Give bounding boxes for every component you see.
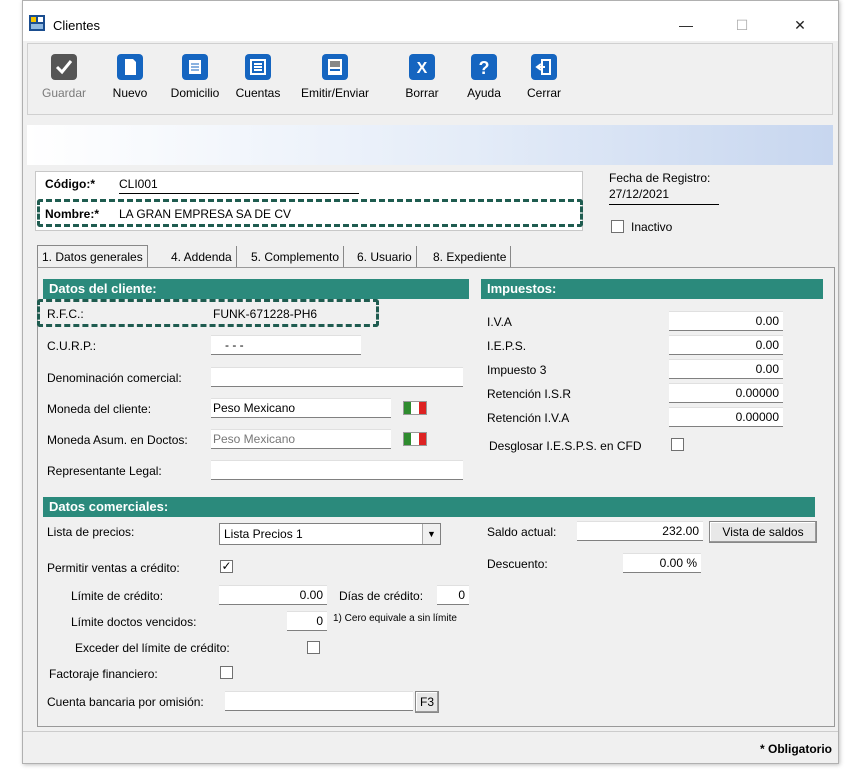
moneda-field[interactable]: Peso Mexicano [211,398,391,418]
impuestos-header: Impuestos: [481,279,823,299]
rfc-highlight [37,299,379,327]
code-label: Código:* [45,177,95,191]
lista-precios-value: Lista Precios 1 [224,527,303,541]
saldo-actual-field: 232.00 [577,521,703,541]
rfc-label: R.F.C.: [47,307,84,321]
exit-button[interactable]: Cerrar [522,50,566,110]
dias-credito-label: Días de crédito: [339,589,424,603]
svg-text:?: ? [479,58,490,78]
name-label: Nombre:* [45,207,100,221]
permitir-credito-label: Permitir ventas a crédito: [47,561,180,575]
desglosar-checkbox[interactable] [671,438,684,451]
cuenta-lookup-button[interactable]: F3 [415,691,439,713]
registration-date-field[interactable]: 27/12/2021 [609,187,719,205]
dias-credito-field[interactable]: 0 [437,585,469,605]
rfc-field[interactable]: FUNK-671228-PH6 [213,307,317,321]
address-button[interactable]: Domicilio [166,50,224,110]
list-icon [245,54,271,80]
send-button[interactable]: Emitir/Enviar [298,50,372,110]
lista-precios-select[interactable]: Lista Precios 1 ▼ [219,523,441,545]
factoraje-label: Factoraje financiero: [49,667,158,681]
accounts-button[interactable]: Cuentas [230,50,286,110]
moneda-asum-label: Moneda Asum. en Doctos: [47,433,188,447]
inactive-checkbox[interactable] [611,220,624,233]
doctos-vencidos-field[interactable]: 0 [287,611,327,631]
send-document-icon [322,54,348,80]
ret-isr-field[interactable]: 0.00000 [669,383,783,403]
new-button[interactable]: Nuevo [108,50,152,110]
moneda-asum-field[interactable]: Peso Mexicano [211,429,391,449]
moneda-label: Moneda del cliente: [47,402,152,416]
mexico-flag-icon [403,401,427,415]
registration-date-label: Fecha de Registro: [609,171,711,185]
code-field[interactable]: CLI001 [119,177,359,194]
ret-iva-field[interactable]: 0.00000 [669,407,783,427]
curp-field[interactable]: - - - [211,335,361,355]
obligatorio-note: * Obligatorio [760,742,832,756]
limite-credito-label: Límite de crédito: [71,589,164,603]
x-icon: X [409,54,435,80]
desglosar-label: Desglosar I.E.S.P.S. en CFD [489,439,642,453]
header-banner [27,125,833,165]
inactive-label: Inactivo [631,220,673,234]
ret-iva-label: Retención I.V.A [487,411,570,425]
impuesto3-field[interactable]: 0.00 [669,359,783,379]
doctos-vencidos-label: Límite doctos vencidos: [71,615,197,629]
chevron-down-icon[interactable]: ▼ [422,524,440,544]
new-document-icon [117,54,143,80]
denominacion-field[interactable] [211,367,463,387]
tab-datos-generales[interactable]: 1. Datos generales [37,245,148,269]
exceder-limite-checkbox[interactable] [307,641,320,654]
iva-label: I.V.A [487,315,512,329]
factoraje-checkbox[interactable] [220,666,233,679]
datos-comerciales-header: Datos comerciales: [43,497,815,517]
representante-label: Representante Legal: [47,464,162,478]
exit-door-icon [531,54,557,80]
clientes-window: Clientes — ☐ ✕ Guardar Nuevo Domicilio C… [22,0,839,764]
delete-button[interactable]: X Borrar [400,50,444,110]
svg-text:X: X [417,60,428,77]
representante-field[interactable] [211,460,463,480]
permitir-credito-checkbox[interactable]: ✓ [220,560,233,573]
question-icon: ? [471,54,497,80]
cuenta-bancaria-label: Cuenta bancaria por omisión: [47,695,204,709]
lista-precios-label: Lista de precios: [47,525,135,539]
ret-isr-label: Retención I.S.R [487,387,572,401]
ieps-field[interactable]: 0.00 [669,335,783,355]
ieps-label: I.E.P.S. [487,339,527,353]
mexico-flag-icon [403,432,427,446]
title-bar: Clientes — ☐ ✕ [23,1,838,41]
maximize-button[interactable]: ☐ [719,11,765,39]
exceder-limite-label: Exceder del límite de crédito: [75,641,230,655]
close-window-button[interactable]: ✕ [777,11,823,39]
descuento-field[interactable]: 0.00 % [623,553,701,573]
doctos-vencidos-note: 1) Cero equivale a sin límite [333,613,457,624]
limite-credito-field[interactable]: 0.00 [219,585,327,605]
window-title: Clientes [53,18,100,33]
status-bar: * Obligatorio [23,731,838,763]
address-book-icon [182,54,208,80]
help-button[interactable]: ? Ayuda [462,50,506,110]
vista-saldos-button[interactable]: Vista de saldos [709,521,817,543]
datos-cliente-header: Datos del cliente: [43,279,469,299]
cuenta-bancaria-field[interactable] [225,691,413,711]
impuesto3-label: Impuesto 3 [487,363,547,377]
descuento-label: Descuento: [487,557,548,571]
saldo-actual-label: Saldo actual: [487,525,557,539]
denominacion-label: Denominación comercial: [47,371,182,385]
save-button[interactable]: Guardar [38,50,90,110]
toolbar: Guardar Nuevo Domicilio Cuentas Emitir/E… [27,43,833,115]
iva-field[interactable]: 0.00 [669,311,783,331]
minimize-button[interactable]: — [663,11,709,39]
app-icon [29,15,45,31]
curp-label: C.U.R.P.: [47,339,97,353]
check-icon [51,54,77,80]
name-field[interactable]: LA GRAN EMPRESA SA DE CV [119,207,577,221]
